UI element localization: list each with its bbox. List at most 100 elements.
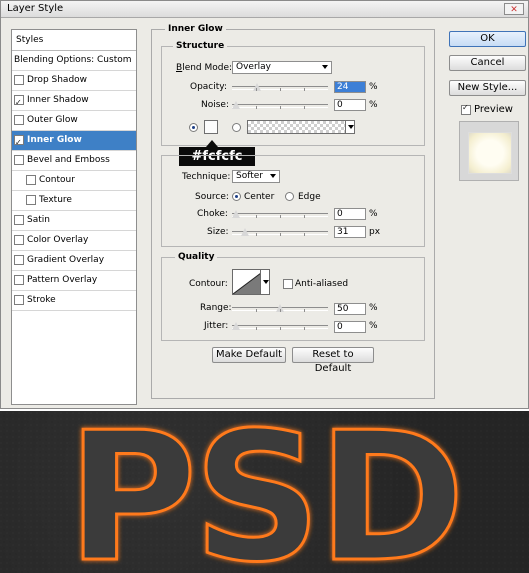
range-slider[interactable] [232, 304, 328, 312]
chevron-down-icon [263, 280, 269, 284]
styles-list: Styles Blending Options: Custom Drop Shad… [11, 29, 137, 405]
style-item-label: Pattern Overlay [27, 275, 98, 285]
style-item-checkbox[interactable] [14, 93, 24, 112]
psd-artwork: PSD [0, 411, 529, 573]
style-item-checkbox[interactable] [14, 154, 24, 165]
noise-slider[interactable] [232, 101, 328, 109]
choke-unit: % [369, 209, 378, 219]
style-item-label: Color Overlay [27, 235, 89, 245]
style-item-checkbox[interactable] [14, 254, 24, 265]
ok-button[interactable]: OK [449, 31, 526, 47]
gradient-radio[interactable] [232, 123, 241, 132]
style-item[interactable]: Bevel and Emboss [12, 151, 136, 171]
style-item-label: Drop Shadow [27, 75, 88, 85]
technique-dropdown[interactable]: Softer [232, 170, 280, 183]
noise-unit: % [369, 100, 378, 110]
style-item[interactable]: Blending Options: Custom [12, 51, 136, 71]
quality-title: Quality [175, 252, 218, 262]
layer-style-dialog: Layer Style ✕ Styles Blending Options: C… [0, 0, 529, 409]
style-item-label: Inner Glow [27, 135, 82, 145]
styles-header[interactable]: Styles [12, 30, 136, 51]
style-item-label: Contour [39, 175, 75, 185]
style-item[interactable]: Texture [12, 191, 136, 211]
contour-label: Contour: [189, 279, 228, 289]
noise-input[interactable]: 0 [334, 99, 366, 111]
style-preview [459, 121, 519, 181]
opacity-input[interactable]: 24 [334, 81, 366, 93]
preview-label: Preview [474, 104, 513, 115]
chevron-down-icon [322, 65, 328, 69]
jitter-label: Jitter: [204, 321, 229, 331]
style-item-label: Inner Shadow [27, 95, 89, 105]
style-item-checkbox[interactable] [26, 174, 36, 185]
style-item-checkbox[interactable] [14, 234, 24, 245]
style-item-label: Blending Options: Custom [14, 55, 132, 65]
style-item[interactable]: Gradient Overlay [12, 251, 136, 271]
gradient-picker[interactable] [247, 120, 355, 134]
size-unit: px [369, 227, 381, 237]
chevron-down-icon [345, 120, 355, 134]
size-label: Size: [207, 227, 229, 237]
anti-aliased-checkbox[interactable] [283, 279, 293, 289]
style-item-checkbox[interactable] [14, 74, 24, 85]
style-item[interactable]: Inner Shadow [12, 91, 136, 112]
window-title: Layer Style [7, 3, 64, 14]
inner-glow-title: Inner Glow [165, 24, 226, 34]
size-input[interactable]: 31 [334, 226, 366, 238]
technique-label: Technique: [182, 172, 231, 182]
style-item[interactable]: Inner Glow [12, 131, 136, 152]
source-center-radio[interactable] [232, 192, 241, 201]
style-item-label: Outer Glow [27, 115, 78, 125]
solid-color-radio[interactable] [189, 123, 198, 132]
style-item[interactable]: Stroke [12, 291, 136, 311]
style-item[interactable]: Color Overlay [12, 231, 136, 251]
make-default-button[interactable]: Make Default [212, 347, 286, 363]
style-item-checkbox[interactable] [26, 194, 36, 205]
style-item[interactable]: Outer Glow [12, 111, 136, 131]
source-edge-radio[interactable] [285, 192, 294, 201]
style-item-label: Stroke [27, 295, 56, 305]
range-unit: % [369, 303, 378, 313]
structure-title: Structure [173, 41, 228, 51]
range-label: Range: [200, 303, 232, 313]
blend-mode-label: Blend Mode: [176, 63, 233, 73]
glow-color-swatch[interactable] [204, 120, 218, 134]
new-style-button[interactable]: New Style... [449, 80, 526, 96]
style-item-checkbox[interactable] [14, 133, 24, 152]
jitter-slider[interactable] [232, 322, 328, 330]
style-item-checkbox[interactable] [14, 274, 24, 285]
close-icon[interactable]: ✕ [504, 3, 524, 15]
contour-dropdown[interactable] [260, 269, 270, 295]
style-item[interactable]: Satin [12, 211, 136, 231]
choke-label: Choke: [197, 209, 228, 219]
jitter-input[interactable]: 0 [334, 321, 366, 333]
source-edge-label: Edge [298, 192, 321, 202]
source-center-label: Center [244, 192, 275, 202]
size-slider[interactable] [232, 228, 328, 236]
style-item-checkbox[interactable] [14, 214, 24, 225]
anti-aliased-label: Anti-aliased [295, 279, 349, 289]
preview-checkbox[interactable] [461, 103, 471, 115]
choke-input[interactable]: 0 [334, 208, 366, 220]
reset-default-button[interactable]: Reset to Default [292, 347, 374, 374]
cancel-button[interactable]: Cancel [449, 55, 526, 71]
preview-swatch [468, 132, 512, 174]
style-item[interactable]: Pattern Overlay [12, 271, 136, 291]
style-item-checkbox[interactable] [14, 294, 24, 305]
style-item-checkbox[interactable] [14, 114, 24, 125]
title-bar: Layer Style ✕ [1, 1, 528, 18]
jitter-unit: % [369, 321, 378, 331]
noise-label: Noise: [201, 100, 229, 110]
source-label: Source: [195, 192, 229, 202]
style-item-label: Gradient Overlay [27, 255, 105, 265]
psd-text: PSD [67, 411, 461, 573]
style-item[interactable]: Contour [12, 171, 136, 191]
psd-text-graphic: PSD [0, 411, 529, 573]
opacity-slider[interactable] [232, 83, 328, 91]
choke-slider[interactable] [232, 210, 328, 218]
style-item-label: Satin [27, 215, 50, 225]
blend-mode-dropdown[interactable]: Overlay [232, 61, 332, 74]
range-input[interactable]: 50 [334, 303, 366, 315]
opacity-unit: % [369, 82, 378, 92]
style-item[interactable]: Drop Shadow [12, 71, 136, 91]
